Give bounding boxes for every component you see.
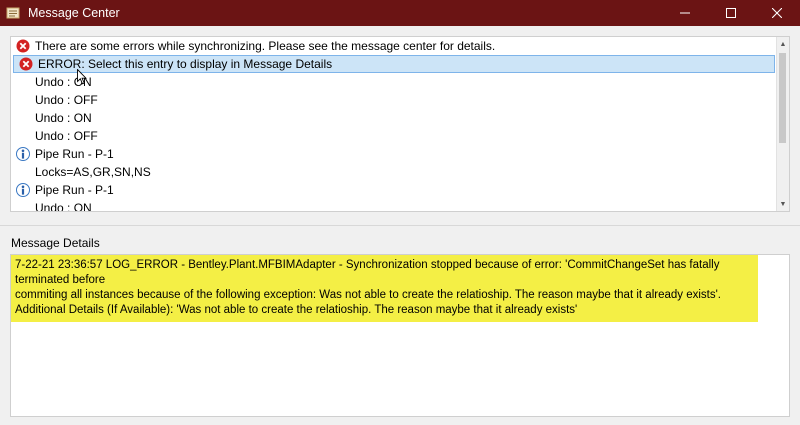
message-text: Undo : ON xyxy=(35,111,92,125)
panel-splitter[interactable] xyxy=(0,225,800,226)
message-text: Undo : ON xyxy=(35,201,92,212)
scroll-up-arrow-icon[interactable]: ▲ xyxy=(777,37,789,51)
message-row-selected[interactable]: ERROR: Select this entry to display in M… xyxy=(13,55,775,73)
message-list-rows: There are some errors while synchronizin… xyxy=(11,37,777,212)
message-row[interactable]: Locks=AS,GR,SN,NS xyxy=(11,163,777,181)
message-text: There are some errors while synchronizin… xyxy=(35,39,496,53)
message-row[interactable]: Undo : ON xyxy=(11,109,777,127)
error-icon xyxy=(19,57,33,71)
message-text: Locks=AS,GR,SN,NS xyxy=(35,165,151,179)
message-row[interactable]: Undo : OFF xyxy=(11,127,777,145)
mouse-cursor-icon xyxy=(77,69,87,85)
scrollbar-thumb[interactable] xyxy=(779,53,786,143)
details-line-1: 7-22-21 23:36:57 LOG_ERROR - Bentley.Pla… xyxy=(15,259,720,286)
title-bar[interactable]: Message Center xyxy=(0,0,800,26)
info-icon xyxy=(16,147,30,161)
message-details-label: Message Details xyxy=(11,236,100,250)
message-text: Pipe Run - P-1 xyxy=(35,183,114,197)
message-row[interactable]: Undo : ON xyxy=(11,73,777,91)
message-center-app-icon xyxy=(6,6,20,20)
message-details-text: 7-22-21 23:36:57 LOG_ERROR - Bentley.Pla… xyxy=(11,255,758,322)
window-title: Message Center xyxy=(28,6,120,20)
message-list[interactable]: There are some errors while synchronizin… xyxy=(10,36,790,212)
close-icon xyxy=(772,8,782,18)
message-text: Undo : OFF xyxy=(35,93,98,107)
info-icon xyxy=(16,183,30,197)
maximize-icon xyxy=(726,8,736,18)
details-line-3: Additional Details (If Available): 'Was … xyxy=(15,304,578,316)
message-row[interactable]: Undo : ON xyxy=(11,199,777,212)
message-row[interactable]: Pipe Run - P-1 xyxy=(11,145,777,163)
minimize-button[interactable] xyxy=(662,0,708,26)
minimize-icon xyxy=(680,12,690,14)
close-button[interactable] xyxy=(754,0,800,26)
message-details-panel[interactable]: 7-22-21 23:36:57 LOG_ERROR - Bentley.Pla… xyxy=(10,254,790,417)
message-list-scrollbar[interactable]: ▲ ▼ xyxy=(776,37,789,211)
message-row[interactable]: Pipe Run - P-1 xyxy=(11,181,777,199)
message-text: Pipe Run - P-1 xyxy=(35,147,114,161)
error-icon xyxy=(16,39,30,53)
message-row[interactable]: There are some errors while synchronizin… xyxy=(11,37,777,55)
message-row[interactable]: Undo : OFF xyxy=(11,91,777,109)
scroll-down-arrow-icon[interactable]: ▼ xyxy=(777,197,789,211)
details-line-2: commiting all instances because of the f… xyxy=(15,289,721,301)
maximize-button[interactable] xyxy=(708,0,754,26)
message-text: Undo : OFF xyxy=(35,129,98,143)
